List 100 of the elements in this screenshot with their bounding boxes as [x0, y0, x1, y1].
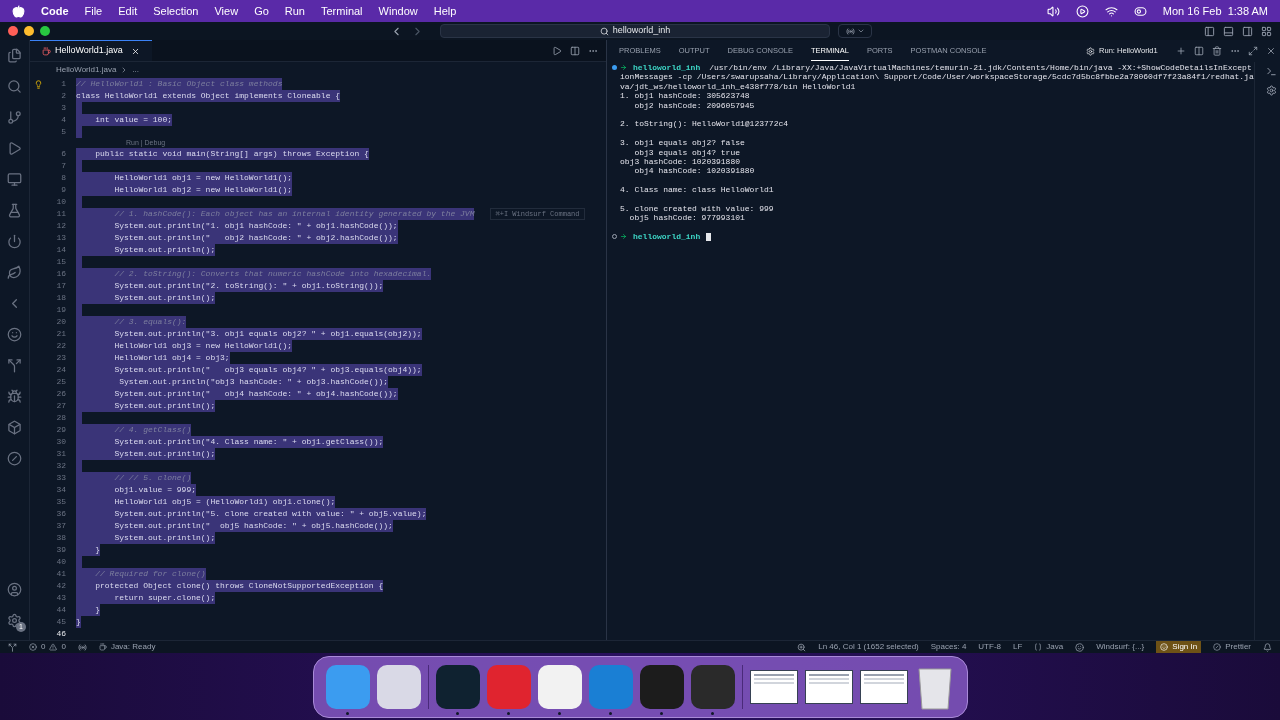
apple-icon[interactable]: [12, 4, 25, 18]
files-icon[interactable]: [7, 48, 22, 63]
zoom-icon[interactable]: [797, 642, 807, 652]
app-icon[interactable]: [435, 664, 480, 709]
menu-item[interactable]: Terminal: [321, 2, 363, 20]
menu-item[interactable]: View: [214, 2, 239, 20]
app-menu[interactable]: Code: [41, 2, 69, 20]
smile-icon[interactable]: [7, 327, 22, 342]
window-thumbnail[interactable]: [859, 669, 908, 704]
gear-icon[interactable]: [1265, 85, 1277, 96]
split-editor-icon[interactable]: [570, 45, 580, 56]
cursor-position[interactable]: Ln 46, Col 1 (1652 selected): [818, 641, 919, 653]
coffee-icon: [42, 46, 51, 56]
windsurf-status[interactable]: Windsurf: {...}: [1096, 641, 1145, 653]
line-number: 1: [60, 78, 66, 90]
indentation-status[interactable]: Spaces: 4: [930, 641, 967, 653]
language-status[interactable]: Java: [1034, 641, 1064, 653]
account-icon[interactable]: [7, 582, 22, 597]
line-number: 26: [55, 388, 66, 400]
power-icon[interactable]: [7, 234, 22, 249]
remote-icon[interactable]: [8, 642, 17, 652]
terminal-output: obj3 hashCode: 1020391880: [620, 156, 741, 166]
chat-button[interactable]: [838, 24, 872, 38]
terminal-output: 2. toString(): HelloWorld1@123772c4: [620, 119, 789, 129]
zoom-window-button[interactable]: [40, 26, 50, 36]
line-number: 35: [55, 496, 66, 508]
new-terminal-icon[interactable]: [1175, 46, 1186, 56]
panel-bottom-icon[interactable]: [1223, 25, 1234, 37]
close-icon[interactable]: [1265, 46, 1276, 56]
layout-icon[interactable]: [1261, 25, 1272, 37]
line-number: 37: [55, 520, 66, 532]
trash-icon[interactable]: [1211, 46, 1222, 56]
app-icon[interactable]: [376, 664, 421, 709]
window-thumbnail[interactable]: [804, 669, 853, 704]
cube-icon[interactable]: [7, 420, 22, 435]
command-search-field[interactable]: helloworld_inh: [440, 24, 830, 38]
search-icon[interactable]: [7, 79, 22, 94]
line-number: 13: [55, 232, 66, 244]
window-thumbnail[interactable]: [749, 669, 798, 704]
line-number: 42: [55, 580, 66, 592]
menu-item[interactable]: Run: [284, 2, 305, 20]
volume-icon[interactable]: [1046, 4, 1060, 18]
problems-status[interactable]: 0 0: [29, 641, 66, 653]
wifi-icon[interactable]: [1104, 4, 1118, 18]
line-number: 24: [55, 364, 66, 376]
flask-icon[interactable]: [7, 203, 22, 218]
menu-item[interactable]: Go: [254, 2, 269, 20]
encoding-status[interactable]: UTF-8: [978, 641, 1001, 653]
menu-item[interactable]: Window: [378, 2, 418, 20]
line-number: 23: [55, 352, 66, 364]
run-debug-icon[interactable]: [7, 141, 22, 156]
panel-left-icon[interactable]: [1204, 25, 1215, 37]
eol-status[interactable]: LF: [1013, 641, 1023, 653]
menu-clock[interactable]: Mon 16 Feb 1:38 AM: [1162, 2, 1268, 20]
line-number: 46: [55, 628, 66, 640]
terminal-output: 3. obj1 equals obj2? false: [620, 138, 745, 148]
run-icon[interactable]: [552, 45, 562, 56]
terminal-output: obj5 hashCode: 977993101: [628, 213, 745, 223]
menu-item[interactable]: Selection: [153, 2, 199, 20]
branch-icon[interactable]: [7, 110, 22, 125]
bug-icon[interactable]: [7, 389, 22, 404]
breadcrumb-item[interactable]: HelloWorld1.java: [56, 64, 117, 76]
play-icon[interactable]: [1075, 4, 1089, 18]
menu-item[interactable]: Edit: [118, 2, 138, 20]
monitor-icon[interactable]: [7, 172, 22, 187]
minimize-window-button[interactable]: [24, 26, 34, 36]
leaf-icon[interactable]: [7, 265, 22, 280]
line-number: 22: [55, 340, 66, 352]
terminal-icon[interactable]: [1265, 66, 1277, 77]
line-number: 6: [60, 148, 66, 160]
terminal-command: /usr/bin/env /Library/Java/JavaVirtualMachines/temurin-21.jdk/Contents/Home/bin/java -XX:+ShowCodeDetailsInExcept: [709, 61, 1252, 74]
terminal-output: va/jdt_ws/helloworld_inh_e438f778/bin HelloWorld1: [620, 81, 856, 91]
bell-icon[interactable]: [1263, 642, 1272, 652]
sign-in-button[interactable]: Sign In: [1156, 641, 1202, 653]
split-terminal-icon[interactable]: [1193, 46, 1204, 56]
line-number: 43: [55, 592, 66, 604]
breadcrumb-item[interactable]: ...: [132, 64, 139, 76]
menu-item[interactable]: Help: [433, 2, 457, 20]
line-number: 14: [55, 244, 66, 256]
maximize-icon[interactable]: [1247, 46, 1258, 56]
app-icon[interactable]: [639, 664, 684, 709]
lightbulb-icon[interactable]: [33, 79, 43, 89]
close-icon[interactable]: [130, 46, 140, 56]
assistant-icon[interactable]: [1075, 642, 1085, 652]
app-icon[interactable]: [690, 664, 735, 709]
settings-icon[interactable]: [7, 613, 22, 628]
circle-icon[interactable]: [7, 451, 22, 466]
prettier-status[interactable]: Prettier: [1213, 641, 1251, 653]
terminal-output: obj3 equals obj4? true: [633, 147, 741, 157]
app-icon[interactable]: [537, 664, 582, 709]
line-number: 5: [60, 126, 66, 138]
menu-item[interactable]: File: [84, 2, 103, 20]
panel-right-icon[interactable]: [1242, 25, 1253, 37]
close-window-button[interactable]: [8, 26, 18, 36]
error-icon: [29, 643, 37, 651]
editor-tab[interactable]: HelloWorld1.java: [30, 40, 152, 61]
control-center-icon[interactable]: [1133, 4, 1147, 18]
warning-icon: [49, 643, 58, 651]
line-number: 39: [55, 544, 66, 556]
java-status[interactable]: Java: Ready: [98, 641, 156, 653]
